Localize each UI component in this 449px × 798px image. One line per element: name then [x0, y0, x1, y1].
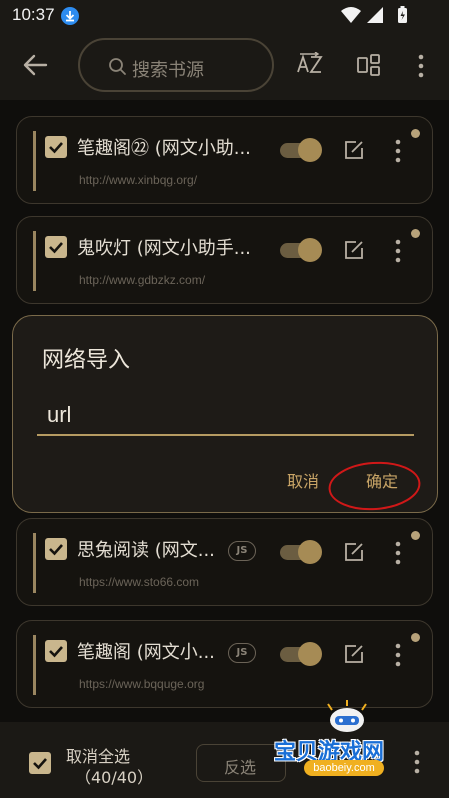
status-icons	[341, 6, 411, 24]
card-accent-bar	[33, 635, 36, 695]
source-enable-toggle[interactable]	[280, 238, 322, 262]
signal-icon	[367, 7, 383, 23]
watermark-logo: 宝贝游戏网 baobeiy.com	[272, 700, 432, 790]
download-icon	[61, 7, 79, 25]
source-enable-toggle[interactable]	[280, 540, 322, 564]
more-vertical-icon[interactable]	[393, 643, 403, 667]
source-checkbox[interactable]	[45, 538, 67, 560]
source-name: 思兔阅读 (网文...	[77, 540, 215, 561]
edit-icon[interactable]	[343, 643, 365, 665]
sort-az-icon[interactable]	[296, 51, 324, 78]
cancel-button[interactable]: 取消	[287, 468, 319, 492]
select-all-checkbox[interactable]	[29, 752, 51, 774]
search-placeholder: 搜索书源	[132, 60, 204, 81]
source-url: https://www.bqquge.org	[79, 677, 205, 691]
network-import-dialog: 网络导入 url 取消 确定	[12, 315, 438, 513]
search-icon	[108, 57, 128, 77]
status-dot	[411, 129, 420, 138]
group-icon[interactable]	[356, 52, 382, 78]
source-url: http://www.xinbqg.org/	[79, 173, 198, 187]
url-input[interactable]: url	[37, 396, 414, 436]
more-vertical-icon[interactable]	[416, 54, 426, 78]
toolbar: 搜索书源	[0, 30, 449, 100]
source-checkbox[interactable]	[45, 640, 67, 662]
url-input-value: url	[47, 402, 72, 427]
source-card[interactable]: 鬼吹灯 (网文小助手... http://www.gdbzkz.com/	[16, 216, 433, 304]
status-dot	[411, 633, 420, 642]
edit-icon[interactable]	[343, 139, 365, 161]
more-vertical-icon[interactable]	[393, 139, 403, 163]
gamepad-icon	[322, 700, 372, 734]
card-accent-bar	[33, 231, 36, 291]
edit-icon[interactable]	[343, 239, 365, 261]
card-accent-bar	[33, 131, 36, 191]
wifi-icon	[341, 7, 361, 23]
source-card[interactable]: 笔趣阁 (网文小... JS https://www.bqquge.org	[16, 620, 433, 708]
js-badge: JS	[228, 541, 256, 561]
status-bar: 10:37	[0, 0, 449, 30]
status-dot	[411, 229, 420, 238]
edit-icon[interactable]	[343, 541, 365, 563]
source-checkbox[interactable]	[45, 236, 67, 258]
source-url: https://www.sto66.com	[79, 575, 200, 589]
status-time: 10:37	[12, 5, 55, 24]
invert-label: 反选	[224, 758, 257, 777]
card-accent-bar	[33, 533, 36, 593]
source-name: 笔趣阁 (网文小...	[77, 642, 215, 663]
source-enable-toggle[interactable]	[280, 642, 322, 666]
dialog-title: 网络导入	[42, 348, 131, 373]
search-input[interactable]: 搜索书源	[78, 38, 274, 92]
source-url: http://www.gdbzkz.com/	[79, 273, 206, 287]
highlight-ellipse	[327, 459, 422, 513]
watermark-url: baobeiy.com	[304, 760, 384, 776]
selection-count: （40/40）	[75, 768, 154, 787]
source-card[interactable]: 思兔阅读 (网文... JS https://www.sto66.com	[16, 518, 433, 606]
more-vertical-icon[interactable]	[393, 239, 403, 263]
status-dot	[411, 531, 420, 540]
back-arrow-icon[interactable]	[22, 53, 48, 77]
js-badge: JS	[228, 643, 256, 663]
source-checkbox[interactable]	[45, 136, 67, 158]
source-name: 笔趣阁㉒ (网文小助...	[77, 138, 251, 159]
source-name: 鬼吹灯 (网文小助手...	[77, 238, 251, 259]
source-card[interactable]: 笔趣阁㉒ (网文小助... http://www.xinbqg.org/	[16, 116, 433, 204]
more-vertical-icon[interactable]	[393, 541, 403, 565]
source-enable-toggle[interactable]	[280, 138, 322, 162]
battery-icon	[398, 6, 407, 23]
